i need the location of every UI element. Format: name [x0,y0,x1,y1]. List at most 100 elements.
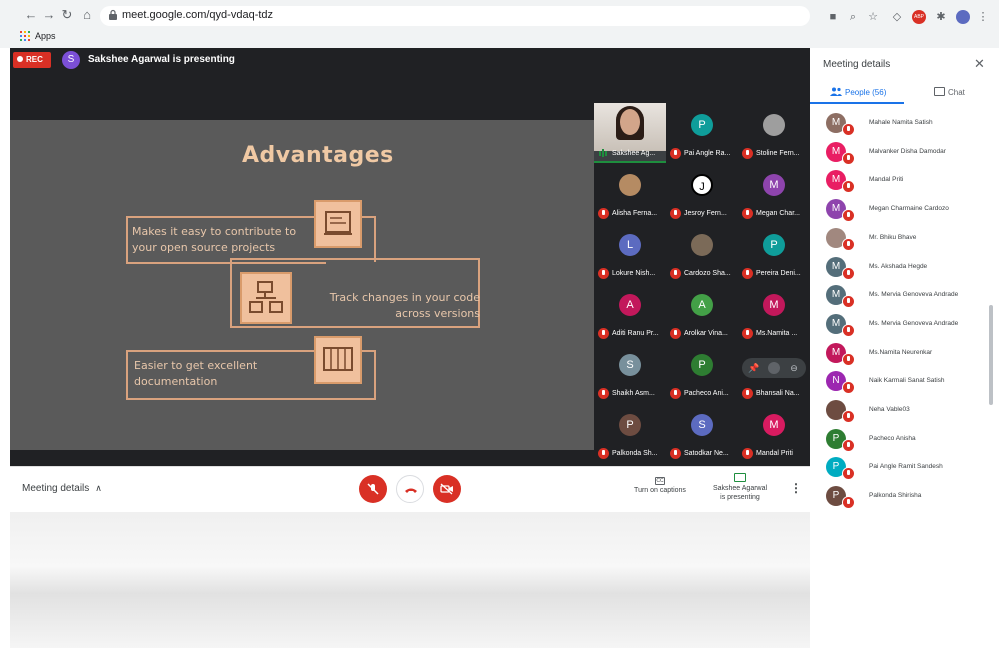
person-name: Ms. Akshada Hegde [869,262,928,270]
person-list-item[interactable]: M Megan Charmaine Cardozo [810,196,990,224]
participant-tile[interactable]: M Megan Char... [738,163,810,223]
home-icon[interactable]: ⌂ [78,6,96,24]
browser-chrome: ← → ↻ ⌂ meet.google.com/qyd-vdaq-tdz ■ ⌕… [0,0,999,48]
person-name: Mandal Priti [869,176,904,184]
documentation-icon [323,347,353,371]
participant-name: Cardozo Sha... [684,270,731,277]
participant-tile[interactable]: P Palkonda Sh... [594,403,666,463]
captions-label: Turn on captions [634,487,686,494]
present-now-button[interactable]: Sakshee Agarwal is presenting [708,473,772,502]
tab-chat[interactable]: Chat [904,80,997,104]
participant-tile[interactable]: A Aditi Ranu Pr... [594,283,666,343]
meet-stage: REC S Sakshee Agarwal is presenting Adva… [10,48,810,466]
shield-extension-icon[interactable]: ◇ [890,10,904,24]
back-icon[interactable]: ← [22,6,40,24]
person-list-item[interactable]: M Mandal Priti [810,167,990,195]
mic-muted-icon [670,328,681,339]
participant-tile[interactable]: L Lokure Nish... [594,223,666,283]
person-list-item[interactable]: Neha Vable03 [810,397,990,425]
participant-tile[interactable]: A Arolkar Vina... [666,283,738,343]
participant-tile-video[interactable]: Sakshee Ag... [594,103,666,163]
person-list-item[interactable]: Mr. Bhiku Bhave [810,225,990,253]
captions-button[interactable]: CC Turn on captions [630,477,690,494]
panel-title: Meeting details [823,59,891,70]
participant-tile[interactable]: M Ms.Namita ... [738,283,810,343]
mic-muted-icon [842,209,855,223]
participant-tile[interactable]: P Pereira Deni... [738,223,810,283]
mic-muted-icon [670,268,681,279]
participant-name: Pai Angle Ra... [684,150,731,157]
network-graphic-icon [240,272,292,324]
participant-tile[interactable]: Stoline Fern... [738,103,810,163]
person-list-item[interactable]: M Ms. Mervia Genoveva Andrade [810,282,990,310]
microphone-toggle-button[interactable] [359,475,387,503]
participant-tile[interactable]: S Shaikh Asm... [594,343,666,403]
url-text[interactable]: meet.google.com/qyd-vdaq-tdz [122,9,273,21]
participant-avatar: P [763,234,785,256]
participant-tile[interactable]: S Satodkar Ne... [666,403,738,463]
recording-label: REC [26,55,43,64]
leave-call-button[interactable] [396,475,424,503]
meeting-details-button[interactable]: Meeting details ∧ [22,483,102,494]
reload-icon[interactable]: ↻ [58,6,76,24]
participant-tile[interactable]: P Pacheco Ani... [666,343,738,403]
profile-avatar[interactable] [956,10,970,24]
apps-grid-icon[interactable] [20,31,30,41]
person-list-item[interactable]: N Naik Karmali Sanat Satish [810,368,990,396]
puzzle-extensions-icon[interactable]: ✱ [934,10,948,24]
close-icon[interactable]: ✕ [974,56,985,72]
presentation-slide: Advantages Makes it easy to contribute t… [10,120,594,450]
person-list-item[interactable]: M Ms. Akshada Hegde [810,254,990,282]
presenting-label-line1: Sakshee Agarwal [712,485,768,492]
participant-tile[interactable]: P Pai Angle Ra... [666,103,738,163]
participant-avatar [691,234,713,256]
participant-tile[interactable]: Cardozo Sha... [666,223,738,283]
star-icon[interactable]: ☆ [866,10,880,24]
participant-avatar: P [691,114,713,136]
people-icon [830,87,842,96]
kebab-menu-icon[interactable]: ⋮ [976,10,990,24]
mute-participant-icon[interactable] [768,362,780,374]
tab-people[interactable]: People (56) [810,80,904,104]
person-list-item[interactable]: P Pacheco Anisha [810,426,990,454]
panel-scrollbar[interactable] [989,305,993,405]
person-list-item[interactable]: P Pai Angle Ramit Sandesh [810,454,990,482]
person-list-item[interactable]: M Mahale Namita Satish [810,110,990,138]
participant-name: Satodkar Ne... [684,450,729,457]
tile-hover-controls[interactable]: 📌 ⊖ [742,358,806,378]
presenting-banner: Sakshee Agarwal is presenting [88,54,235,65]
person-list-item[interactable]: M Ms. Mervia Genoveva Andrade [810,311,990,339]
adblock-extension-icon[interactable]: ABP [912,10,926,24]
pin-icon[interactable]: 📌 [748,362,760,374]
zoom-icon[interactable]: ⌕ [846,10,860,24]
participant-name: Pacheco Ani... [684,390,729,397]
forward-icon[interactable]: → [40,6,58,24]
mic-muted-icon [670,208,681,219]
hang-up-icon [405,488,417,493]
participant-name: Bhansali Na... [756,390,800,397]
participant-tile[interactable]: Alisha Ferna... [594,163,666,223]
address-bar[interactable]: meet.google.com/qyd-vdaq-tdz [100,6,810,26]
participant-avatar: M [763,294,785,316]
mic-muted-icon [842,123,855,136]
meet-controls-bar: Meeting details ∧ CC Turn on captions Saks… [10,466,810,510]
mic-muted-icon [842,323,855,337]
camera-toggle-button[interactable] [433,475,461,503]
person-list-item[interactable]: M Malvanker Disha Damodar [810,139,990,167]
person-list-item[interactable]: M Ms.Namita Neurenkar [810,340,990,368]
remove-participant-icon[interactable]: ⊖ [788,362,800,374]
person-list-item[interactable]: P Palkonda Shirisha [810,483,990,511]
participant-name: Arolkar Vina... [684,330,728,337]
participant-tile[interactable]: M Mandal Priti [738,403,810,463]
speaking-icon [599,149,607,157]
mic-muted-icon [842,410,855,423]
apps-bookmark[interactable]: Apps [35,31,56,41]
camera-indicator-icon[interactable]: ■ [826,10,840,24]
participant-name: Ms.Namita ... [756,330,798,337]
more-options-icon[interactable]: ⋮ [790,481,802,495]
person-name: Ms. Mervia Genoveva Andrade [869,291,959,299]
participant-tile[interactable]: J Jesroy Fern... [666,163,738,223]
participant-name: Lokure Nish... [612,270,656,277]
participant-name: Pereira Deni... [756,270,801,277]
mic-muted-icon [842,237,855,251]
